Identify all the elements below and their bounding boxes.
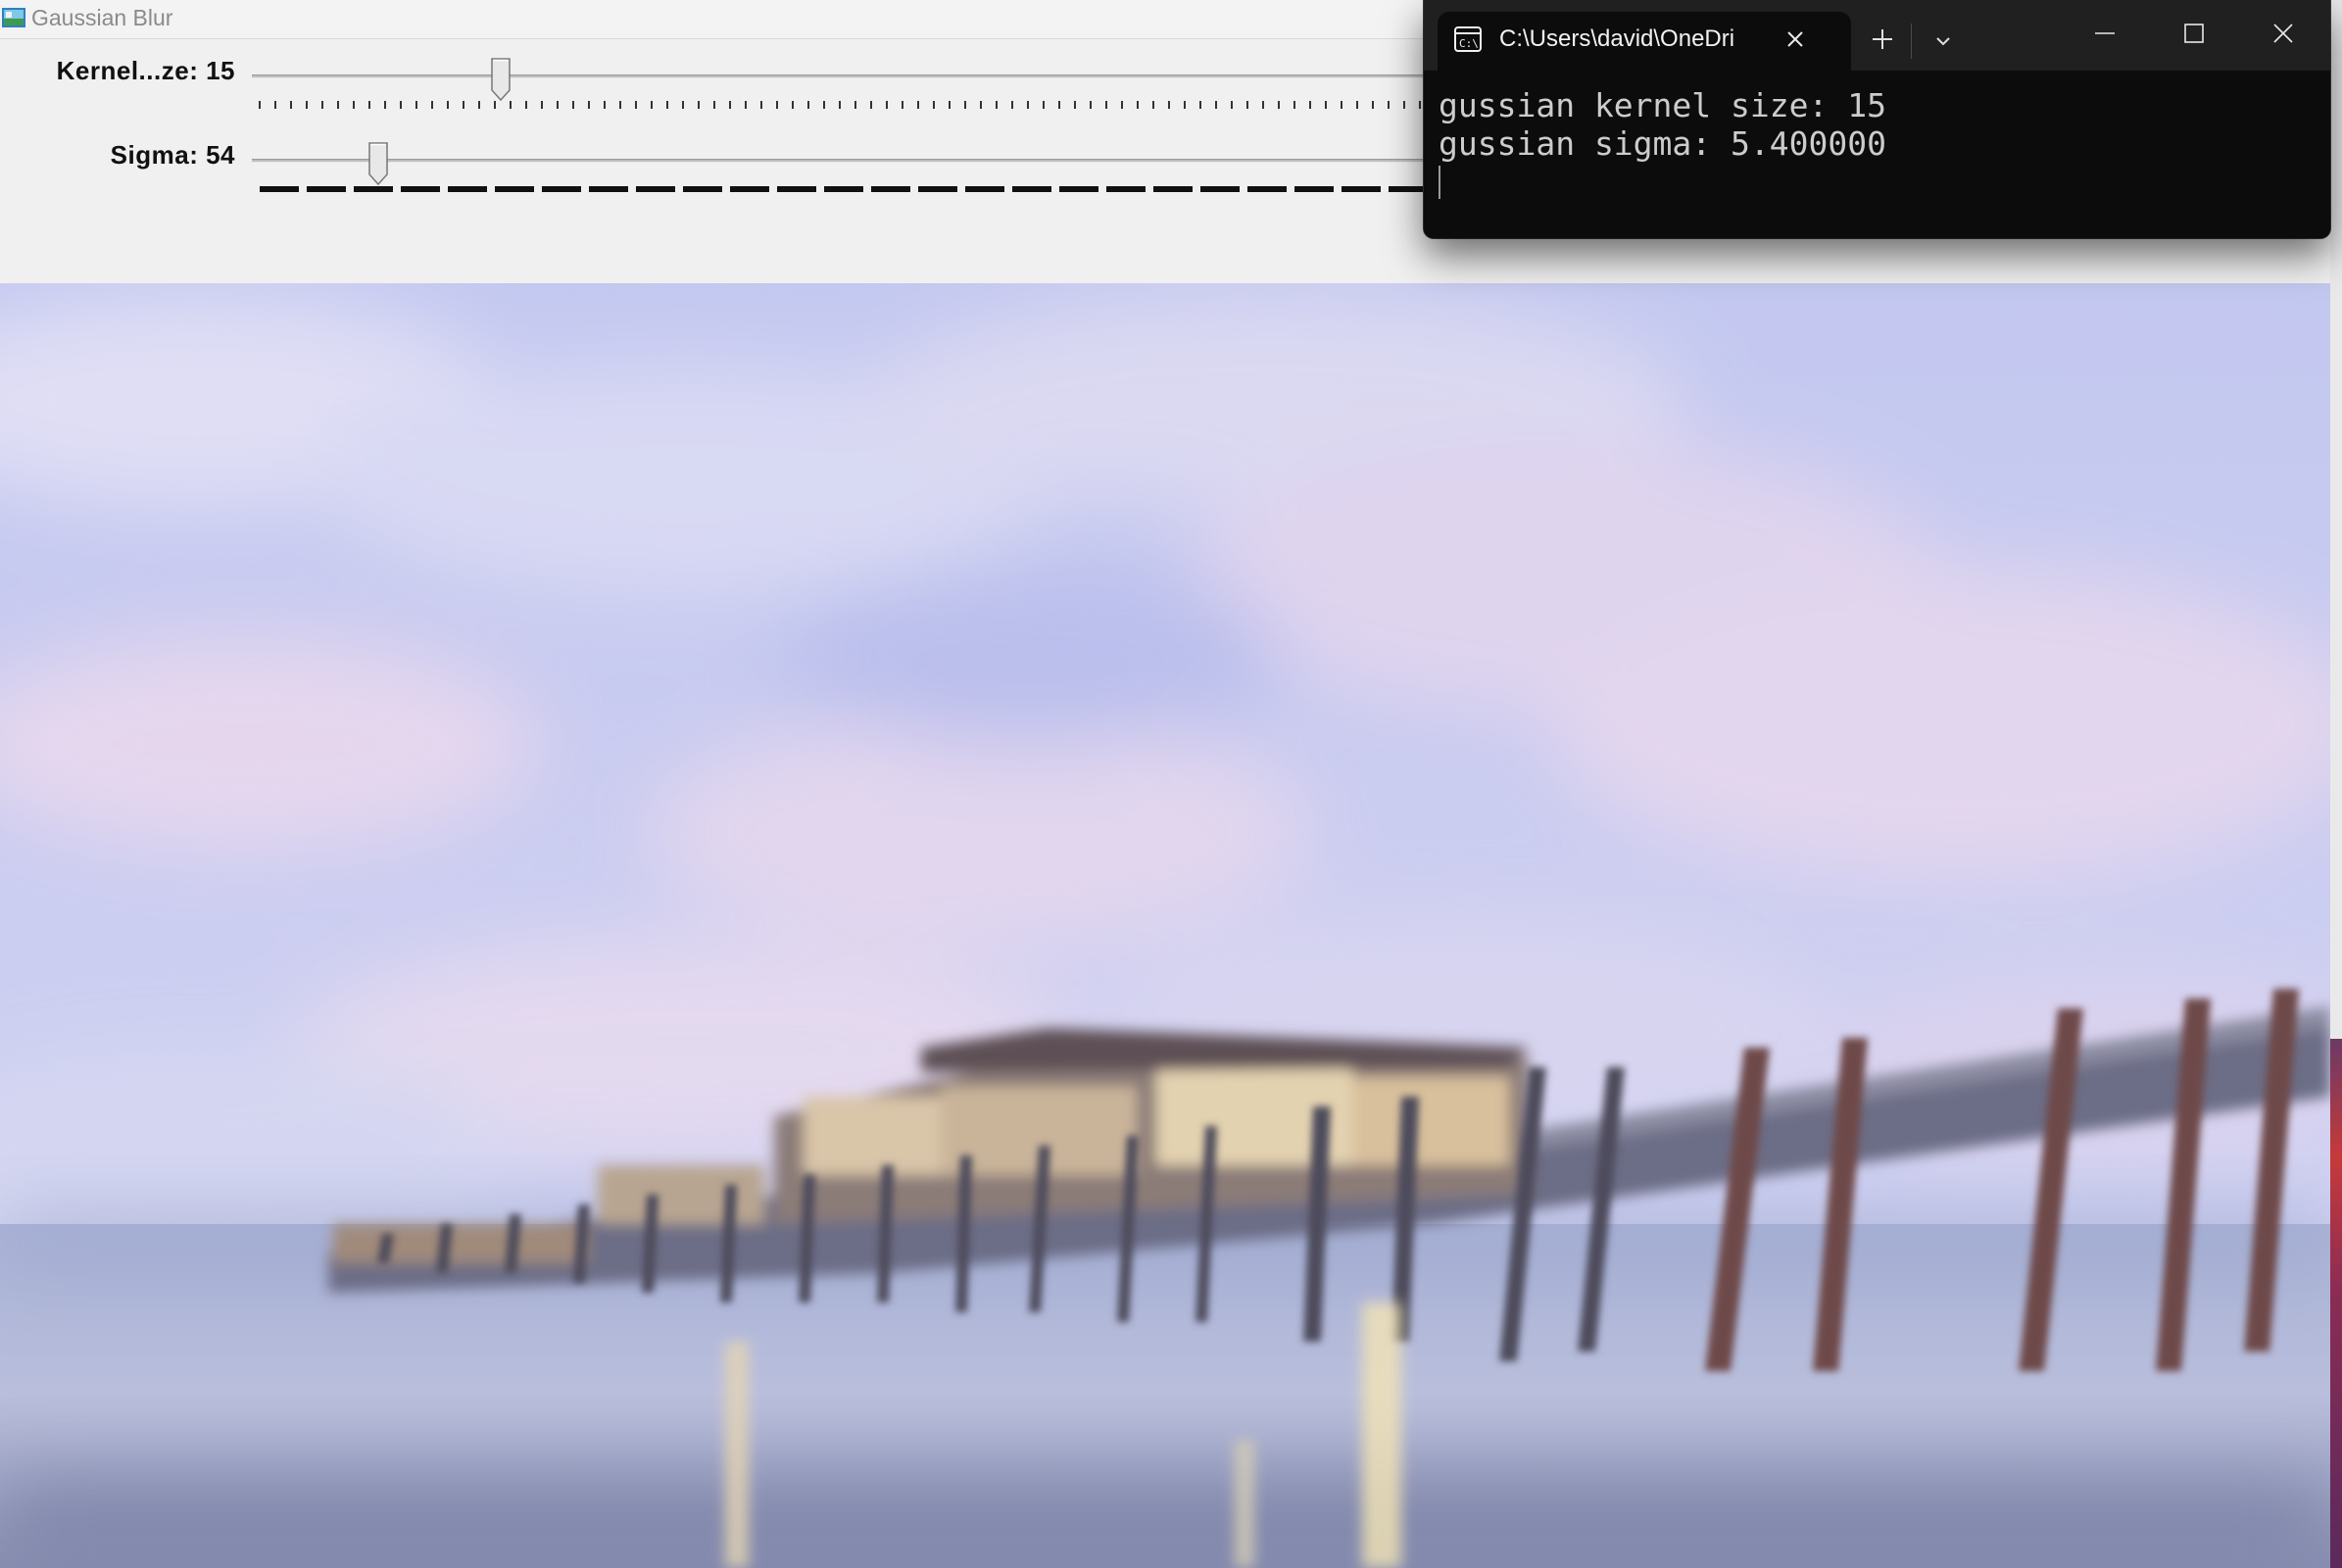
sigma-track[interactable] xyxy=(252,159,1424,163)
tick-mark xyxy=(401,186,440,192)
tick-mark xyxy=(871,186,910,192)
terminal-line: gussian kernel size: 15 xyxy=(1439,86,1886,124)
tick-mark xyxy=(448,186,487,192)
tab-title: C:\Users\david\OneDri xyxy=(1499,25,1735,52)
kernel-size-track[interactable] xyxy=(252,74,1424,78)
blurred-image[interactable] xyxy=(0,283,2330,1568)
tick-mark xyxy=(730,186,769,192)
tick-mark xyxy=(1342,186,1381,192)
background-window-edge xyxy=(2330,0,2342,1568)
plus-icon[interactable] xyxy=(1863,20,1902,59)
tick-mark xyxy=(683,186,722,192)
chevron-down-icon[interactable] xyxy=(1926,24,1961,59)
tick-mark xyxy=(1294,186,1334,192)
tick-mark xyxy=(354,186,393,192)
sigma-label: Sigma: 54 xyxy=(110,140,235,170)
window-title: Gaussian Blur xyxy=(31,5,173,30)
tick-mark xyxy=(589,186,628,192)
tick-mark xyxy=(1012,186,1051,192)
sigma-thumb[interactable] xyxy=(368,142,388,185)
maximize-icon xyxy=(2184,24,2204,43)
pier-photo xyxy=(0,283,2330,1568)
tick-mark xyxy=(965,186,1004,192)
tick-mark xyxy=(260,186,299,192)
close-button[interactable] xyxy=(2239,0,2327,67)
tick-mark xyxy=(777,186,816,192)
text-cursor xyxy=(1439,166,1440,199)
minimize-button[interactable] xyxy=(2061,0,2149,67)
tab-divider xyxy=(1911,24,1912,59)
tick-mark xyxy=(636,186,675,192)
kernel-size-thumb[interactable] xyxy=(490,58,511,101)
sigma-ticks xyxy=(260,186,1424,192)
tick-mark xyxy=(1200,186,1240,192)
tick-mark xyxy=(1247,186,1287,192)
tick-mark xyxy=(1389,186,1424,192)
maximize-button[interactable] xyxy=(2150,0,2238,67)
terminal-tab-bar[interactable]: C:\ C:\Users\david\OneDri xyxy=(1424,0,2330,71)
tick-mark xyxy=(307,186,346,192)
close-icon[interactable] xyxy=(1783,27,1807,51)
minimize-icon xyxy=(2095,32,2115,34)
terminal-output[interactable]: gussian kernel size: 15 gussian sigma: 5… xyxy=(1424,71,2330,238)
tick-mark xyxy=(1153,186,1193,192)
tick-mark xyxy=(1059,186,1098,192)
kernel-size-label: Kernel...ze: 15 xyxy=(56,56,235,85)
tick-mark xyxy=(824,186,863,192)
svg-text:C:\: C:\ xyxy=(1459,37,1479,50)
tick-mark xyxy=(918,186,957,192)
image-window-icon xyxy=(2,8,25,27)
tick-mark xyxy=(495,186,534,192)
close-icon xyxy=(2273,24,2293,43)
terminal-line: gussian sigma: 5.400000 xyxy=(1439,124,1886,163)
terminal-window[interactable]: C:\ C:\Users\david\OneDri gussian kernel… xyxy=(1424,0,2330,238)
command-prompt-icon: C:\ xyxy=(1454,26,1482,52)
kernel-size-ticks xyxy=(259,101,1421,109)
tick-mark xyxy=(542,186,581,192)
tick-mark xyxy=(1106,186,1146,192)
